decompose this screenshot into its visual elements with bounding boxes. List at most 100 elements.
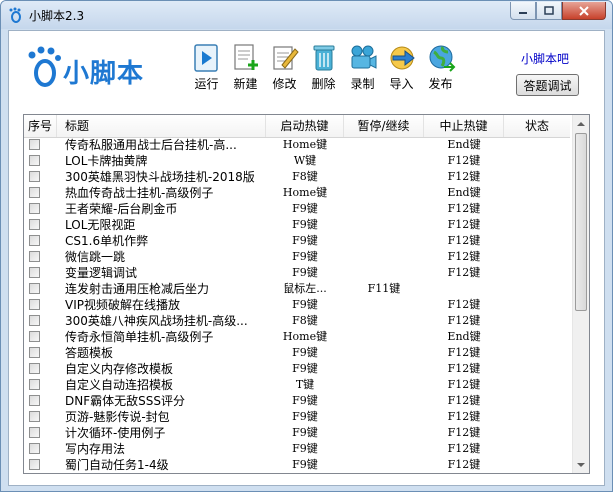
- row-stop-hotkey: F12键: [447, 346, 481, 359]
- table-row[interactable]: VIP视频破解在线播放 F9键 F12键: [24, 297, 570, 313]
- table-row[interactable]: 王者荣耀-后台刷金币 F9键 F12键: [24, 201, 570, 217]
- table-row[interactable]: 页游-魅影传说-封包 F9键 F12键: [24, 409, 570, 425]
- table-row[interactable]: 写内存用法 F9键 F12键: [24, 441, 570, 457]
- row-checkbox[interactable]: [29, 347, 40, 358]
- row-checkbox[interactable]: [29, 171, 40, 182]
- row-checkbox[interactable]: [29, 139, 40, 150]
- column-header-title[interactable]: 标题: [57, 115, 266, 137]
- scroll-thumb[interactable]: [575, 133, 587, 311]
- publish-button[interactable]: 发布: [421, 43, 460, 93]
- row-checkbox[interactable]: [29, 315, 40, 326]
- row-checkbox[interactable]: [29, 235, 40, 246]
- row-pause-hotkey: [344, 457, 424, 473]
- column-header-pause-resume[interactable]: 暂停/继续: [344, 115, 424, 137]
- row-checkbox-cell: [24, 441, 57, 457]
- row-stop-hotkey: End键: [447, 330, 481, 343]
- new-label: 新建: [233, 77, 258, 91]
- table-row[interactable]: 连发射击通用压枪减后坐力 鼠标左... F11键: [24, 281, 570, 297]
- table-row[interactable]: LOL卡牌抽黄牌 W键 F12键: [24, 153, 570, 169]
- new-button[interactable]: 新建: [226, 43, 265, 93]
- table-row[interactable]: 热血传奇战士挂机-高级例子 Home键 End键: [24, 185, 570, 201]
- row-checkbox[interactable]: [29, 395, 40, 406]
- scroll-up-button[interactable]: [573, 115, 589, 132]
- row-checkbox[interactable]: [29, 187, 40, 198]
- row-checkbox[interactable]: [29, 283, 40, 294]
- table-row[interactable]: 蜀门自动任务1-4级 F9键 F12键: [24, 457, 570, 473]
- window-title: 小脚本2.3: [29, 9, 85, 23]
- close-icon: [579, 5, 589, 16]
- row-checkbox[interactable]: [29, 251, 40, 262]
- row-checkbox[interactable]: [29, 443, 40, 454]
- row-checkbox-cell: [24, 169, 57, 185]
- row-title: 页游-魅影传说-封包: [65, 410, 170, 424]
- row-checkbox[interactable]: [29, 427, 40, 438]
- table-row[interactable]: 传奇永恒简单挂机-高级例子 Home键 End键: [24, 329, 570, 345]
- record-button[interactable]: 录制: [343, 43, 382, 93]
- table-row[interactable]: 300英雄八神疾风战场挂机-高级... F8键 F12键: [24, 313, 570, 329]
- row-checkbox[interactable]: [29, 155, 40, 166]
- table-row[interactable]: LOL无限视距 F9键 F12键: [24, 217, 570, 233]
- row-title: CS1.6单机作弊: [65, 234, 149, 248]
- row-checkbox[interactable]: [29, 203, 40, 214]
- table-row[interactable]: 变量逻辑调试 F9键 F12键: [24, 265, 570, 281]
- minimize-button[interactable]: [510, 2, 536, 20]
- publish-label: 发布: [428, 77, 453, 91]
- row-status: [504, 233, 570, 249]
- maximize-button[interactable]: [536, 2, 562, 20]
- table-row[interactable]: 答题模板 F9键 F12键: [24, 345, 570, 361]
- column-header-status[interactable]: 状态: [504, 115, 570, 137]
- row-checkbox-cell: [24, 249, 57, 265]
- delete-button[interactable]: 删除: [304, 43, 343, 93]
- row-checkbox[interactable]: [29, 379, 40, 390]
- table-row[interactable]: 传奇私服通用战士后台挂机-高... Home键 End键: [24, 137, 570, 153]
- row-pause-hotkey: [344, 313, 424, 329]
- column-header-index[interactable]: 序号: [24, 115, 57, 137]
- forum-link[interactable]: 小脚本吧: [521, 50, 569, 67]
- row-checkbox[interactable]: [29, 411, 40, 422]
- column-header-stop-hotkey[interactable]: 中止热键: [424, 115, 504, 137]
- table-row[interactable]: 计次循环-使用例子 F9键 F12键: [24, 425, 570, 441]
- vertical-scrollbar[interactable]: [572, 115, 589, 473]
- edit-button[interactable]: 修改: [265, 43, 304, 93]
- title-bar[interactable]: 小脚本2.3: [1, 1, 612, 29]
- chevron-up-icon: [577, 121, 585, 126]
- row-title: 王者荣耀-后台刷金币: [65, 202, 178, 216]
- import-button[interactable]: 导入: [382, 43, 421, 93]
- row-checkbox[interactable]: [29, 299, 40, 310]
- answer-debug-button[interactable]: 答题调试: [516, 74, 579, 96]
- row-pause-hotkey: [344, 361, 424, 377]
- table-row[interactable]: DNF霸体无敌SSS评分 F9键 F12键: [24, 393, 570, 409]
- column-header-start-hotkey[interactable]: 启动热键: [266, 115, 344, 137]
- run-button[interactable]: 运行: [187, 43, 226, 93]
- row-checkbox[interactable]: [29, 331, 40, 342]
- row-stop-hotkey: F12键: [447, 218, 481, 231]
- row-checkbox[interactable]: [29, 219, 40, 230]
- window-controls: [510, 2, 606, 20]
- new-document-icon: [233, 44, 258, 70]
- row-stop-hotkey: F12键: [447, 426, 481, 439]
- row-checkbox-cell: [24, 409, 57, 425]
- row-checkbox[interactable]: [29, 459, 40, 470]
- close-button[interactable]: [562, 2, 606, 20]
- toolbar: 运行 新建 修改 删除 录制 导入 发布: [187, 43, 460, 93]
- table-row[interactable]: 300英雄黑羽快斗战场挂机-2018版 F8键 F12键: [24, 169, 570, 185]
- main-panel: 小脚本 运行 新建 修改 删除 录制 导入 发布 小脚本吧 答题调试 序号 标题…: [8, 30, 605, 486]
- row-status: [504, 409, 570, 425]
- row-checkbox-cell: [24, 329, 57, 345]
- row-title: LOL卡牌抽黄牌: [65, 154, 148, 168]
- row-pause-hotkey: [344, 441, 424, 457]
- table-row[interactable]: 微信跳一跳 F9键 F12键: [24, 249, 570, 265]
- table-row[interactable]: 自定义内存修改模板 F9键 F12键: [24, 361, 570, 377]
- row-checkbox[interactable]: [29, 363, 40, 374]
- table-row[interactable]: 自定义自动连招模板 T键 F12键: [24, 377, 570, 393]
- row-pause-hotkey: [344, 393, 424, 409]
- row-status: [504, 281, 570, 297]
- row-start-hotkey: F9键: [292, 202, 318, 215]
- chevron-down-icon: [577, 462, 585, 467]
- row-checkbox[interactable]: [29, 267, 40, 278]
- scroll-down-button[interactable]: [573, 456, 589, 473]
- table-row[interactable]: CS1.6单机作弊 F9键 F12键: [24, 233, 570, 249]
- row-pause-hotkey: [344, 217, 424, 233]
- row-checkbox-cell: [24, 345, 57, 361]
- row-pause-hotkey: [344, 377, 424, 393]
